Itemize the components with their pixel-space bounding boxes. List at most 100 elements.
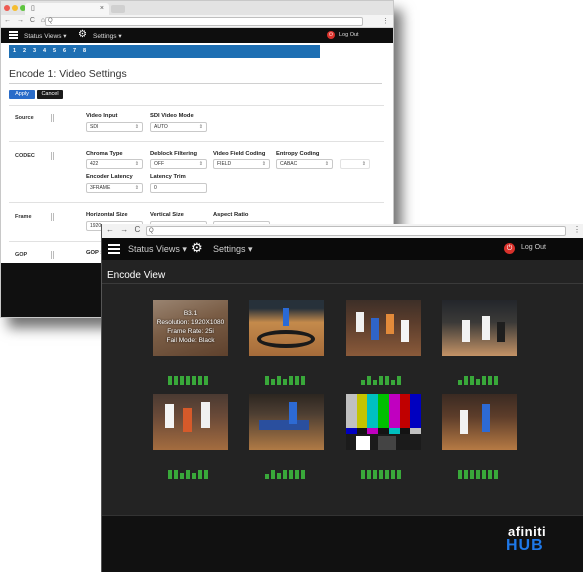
extra-select[interactable]: ⇕ <box>340 159 370 169</box>
hamburger-menu-icon[interactable] <box>108 244 120 255</box>
cancel-button[interactable]: Cancel <box>37 90 63 99</box>
meter-bar <box>397 470 401 479</box>
nav-status-views[interactable]: Status Views ▾ <box>24 32 67 40</box>
apply-button[interactable]: Apply <box>9 90 35 99</box>
divider <box>9 141 384 142</box>
audio-level-meter <box>458 469 502 479</box>
channel-tab[interactable]: 8 <box>80 47 89 56</box>
gear-icon: ⚙ <box>191 240 203 255</box>
encoder-resolution: Resolution: 1920X1080 <box>156 319 225 326</box>
chroma-type-label: Chroma Type <box>86 151 123 157</box>
meter-bar <box>361 380 365 385</box>
page-title: Encode View <box>107 270 166 281</box>
logout-link[interactable]: Log Out <box>521 244 546 251</box>
chevron-down-icon: ▾ <box>63 33 67 40</box>
select-arrows-icon: ⇕ <box>134 124 139 130</box>
meter-bar <box>470 376 474 385</box>
meter-bar <box>397 376 401 385</box>
channel-tab[interactable]: 1 <box>10 47 19 56</box>
browser-menu-icon[interactable]: ⋮ <box>382 17 389 25</box>
audio-level-meter <box>168 469 212 479</box>
encoder-preview-thumbnail[interactable] <box>442 394 517 450</box>
select-arrows-icon: ⇕ <box>261 161 266 167</box>
meter-bar <box>180 473 184 479</box>
encoder-latency-label: Encoder Latency <box>86 174 133 180</box>
close-dot[interactable] <box>4 5 10 11</box>
hamburger-menu-icon[interactable] <box>9 31 18 39</box>
address-bar[interactable]: Q <box>45 17 363 26</box>
color-bars-test-pattern[interactable] <box>346 394 421 450</box>
meter-bar <box>204 376 208 385</box>
channel-tab[interactable]: 7 <box>70 47 79 56</box>
meter-bar <box>198 470 202 479</box>
meter-bar <box>283 379 287 385</box>
meter-bar <box>271 379 275 385</box>
channel-tab[interactable]: 6 <box>60 47 69 56</box>
power-icon[interactable]: ⏻ <box>504 243 515 254</box>
channel-tab[interactable]: 3 <box>30 47 39 56</box>
encode-view-window: ← → C ⌂ Q ⋮ Status Views ▾ ⚙ Settings ▾ … <box>101 224 583 572</box>
power-icon[interactable]: ⏻ <box>327 31 335 39</box>
encoder-preview-thumbnail[interactable] <box>442 300 517 356</box>
sdi-video-mode-select[interactable]: AUTO ⇕ <box>150 122 207 132</box>
nav-settings[interactable]: Settings ▾ <box>93 32 122 40</box>
section-marker <box>51 152 54 160</box>
meter-bar <box>283 470 287 479</box>
encoder-preview-thumbnail[interactable] <box>346 300 421 356</box>
video-input-label: Video Input <box>86 113 118 119</box>
footer-bar: afiniti HUB <box>102 515 583 572</box>
encoder-preview-thumbnail[interactable]: B3.1 Resolution: 1920X1080 Frame Rate: 2… <box>153 300 228 356</box>
logout-link[interactable]: Log Out <box>339 32 359 38</box>
app-navbar: Status Views ▾ ⚙ Settings ▾ ⏻ Log Out <box>102 238 583 260</box>
audio-level-meter <box>265 375 309 385</box>
color-bars <box>346 394 421 428</box>
chroma-type-select[interactable]: 422 ⇕ <box>86 159 143 169</box>
section-frame-label: Frame <box>15 214 32 220</box>
deblock-filtering-select[interactable]: OFF ⇕ <box>150 159 207 169</box>
encoder-latency-select[interactable]: 3FRAME ⇕ <box>86 183 143 193</box>
tab-close-icon[interactable]: × <box>100 5 104 12</box>
meter-bar <box>265 376 269 385</box>
entropy-coding-select[interactable]: CABAC ⇕ <box>276 159 333 169</box>
meter-bar <box>367 470 371 479</box>
audio-level-meter <box>265 469 309 479</box>
video-field-coding-select[interactable]: FIELD ⇕ <box>213 159 270 169</box>
nav-settings[interactable]: Settings ▾ <box>213 244 253 255</box>
meter-bar <box>488 376 492 385</box>
select-arrows-icon: ⇕ <box>361 161 366 167</box>
browser-nav-icons[interactable]: ← → C ⌂ <box>4 17 47 24</box>
aspect-ratio-label: Aspect Ratio <box>213 212 249 218</box>
section-marker <box>51 251 54 259</box>
meter-bar <box>174 376 178 385</box>
meter-bar <box>289 470 293 479</box>
audio-level-meter <box>168 375 212 385</box>
browser-menu-icon[interactable]: ⋮ <box>573 225 581 234</box>
encoder-preview-thumbnail[interactable] <box>249 394 324 450</box>
channel-tab[interactable]: 4 <box>40 47 49 56</box>
nav-status-views[interactable]: Status Views ▾ <box>128 244 187 255</box>
chevron-down-icon: ▾ <box>118 33 122 40</box>
new-tab-button[interactable] <box>111 5 125 13</box>
minimize-dot[interactable] <box>12 5 18 11</box>
address-bar[interactable]: Q <box>146 226 566 236</box>
channel-tab[interactable]: 2 <box>20 47 29 56</box>
channel-tab-bar: 1 2 3 4 5 6 7 8 <box>9 45 320 58</box>
meter-bar <box>379 376 383 385</box>
meter-bar <box>204 470 208 479</box>
select-arrows-icon: ⇕ <box>134 185 139 191</box>
meter-bar <box>367 376 371 385</box>
divider <box>9 105 384 106</box>
encoder-preview-thumbnail[interactable] <box>153 394 228 450</box>
chevron-down-icon: ▾ <box>248 244 253 254</box>
divider <box>9 202 384 203</box>
channel-tab[interactable]: 5 <box>50 47 59 56</box>
address-row: ← → C ⌂ Q ⋮ <box>1 15 393 28</box>
color-bars-castellation <box>346 428 421 434</box>
video-input-select[interactable]: SDI ⇕ <box>86 122 143 132</box>
horizontal-size-label: Horizontal Size <box>86 212 128 218</box>
encoder-preview-thumbnail[interactable] <box>249 300 324 356</box>
vertical-size-label: Vertical Size <box>150 212 184 218</box>
browser-tab[interactable]: ▯ × <box>25 3 109 15</box>
latency-trim-input[interactable]: 0 <box>150 183 207 193</box>
meter-bar <box>271 470 275 479</box>
